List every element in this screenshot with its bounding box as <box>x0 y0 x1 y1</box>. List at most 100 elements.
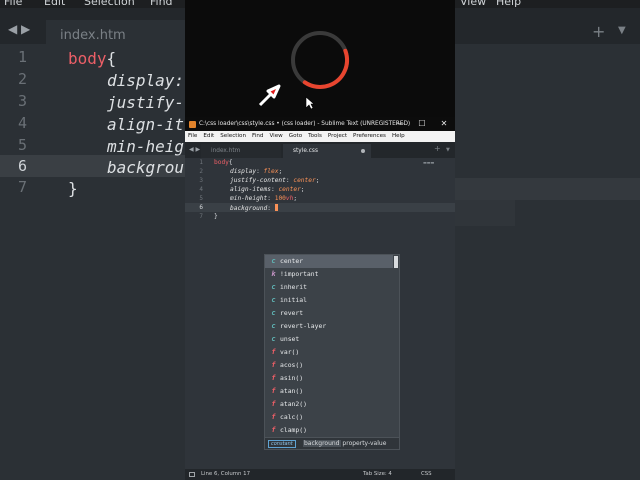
autocomplete-item[interactable]: f clamp() <box>265 424 393 437</box>
bg-code-brace: { <box>106 49 117 68</box>
bg-menu-item: Help <box>496 0 522 8</box>
autocomplete-item[interactable]: c inherit <box>265 281 393 294</box>
code-value: flex <box>263 168 279 175</box>
menu-project[interactable]: Project <box>328 131 347 142</box>
menu-selection[interactable]: Selection <box>220 131 246 142</box>
constant-kind-icon: c <box>271 309 276 317</box>
autocomplete-item[interactable]: k !important <box>265 268 393 281</box>
tab-size[interactable]: Tab Size: 4 <box>363 469 392 480</box>
autocomplete-label: acos() <box>280 361 304 369</box>
function-kind-icon: f <box>271 374 276 382</box>
minimap[interactable]: ▬▬▬ <box>423 160 437 166</box>
tab-nav-arrows-icon[interactable]: ◀ ▶ <box>189 146 200 153</box>
tab-bar: ◀ ▶ index.htm style.css + ▼ <box>185 142 455 158</box>
cursor-position[interactable]: Line 6, Column 17 <box>201 469 250 480</box>
autocomplete-label: !important <box>280 270 319 278</box>
code-brace: { <box>228 159 233 166</box>
function-kind-icon: f <box>271 413 276 421</box>
line-number: 1 <box>199 159 203 166</box>
autocomplete-scrollbar[interactable] <box>394 256 398 268</box>
constant-kind-icon: c <box>271 335 276 343</box>
function-kind-icon: f <box>271 400 276 408</box>
code-property: display <box>230 168 257 175</box>
autocomplete-item[interactable]: f asin() <box>265 372 393 385</box>
minimize-button[interactable]: — <box>389 117 411 131</box>
tab-style-css[interactable]: style.css <box>283 144 371 158</box>
current-line-highlight <box>185 203 455 212</box>
tab-index-htm[interactable]: index.htm <box>201 144 281 158</box>
bg-panel <box>455 200 515 226</box>
bg-menu-item: File <box>4 0 23 8</box>
menu-goto[interactable]: Goto <box>289 131 302 142</box>
autocomplete-item[interactable]: c center <box>265 255 393 268</box>
new-tab-plus-icon[interactable]: + <box>434 144 441 153</box>
bg-menu-item: Edit <box>44 0 66 8</box>
bg-menu-item: Selection <box>84 0 135 8</box>
bg-code-brace: } <box>68 179 78 198</box>
keyword-kind-icon: k <box>271 270 276 278</box>
autocomplete-description: background property-value <box>303 438 386 449</box>
bg-code-line: align-it <box>107 115 185 134</box>
bg-code-line: min-heig <box>107 137 185 156</box>
code-value: center <box>278 186 301 193</box>
menu-preferences[interactable]: Preferences <box>353 131 386 142</box>
line-number: 7 <box>199 213 203 220</box>
line-number: 4 <box>199 186 203 193</box>
maximize-button[interactable]: ☐ <box>411 117 433 131</box>
autocomplete-item[interactable]: f atan2() <box>265 398 393 411</box>
autocomplete-item[interactable]: c revert-layer <box>265 320 393 333</box>
menu-view[interactable]: View <box>269 131 282 142</box>
tab-label: style.css <box>293 148 318 154</box>
bg-line-number: 7 <box>18 178 28 196</box>
bg-line-number: 3 <box>18 92 28 110</box>
autocomplete-popup: c center k !important c inherit c initial cr… <box>264 254 400 450</box>
autocomplete-footer: constant background property-value <box>265 437 399 449</box>
menu-find[interactable]: Find <box>252 131 263 142</box>
function-kind-icon: f <box>271 387 276 395</box>
red-arrow-icon <box>258 84 281 107</box>
bg-menu-item: View <box>460 0 487 8</box>
kind-badge: constant <box>268 440 296 448</box>
line-number: 6 <box>199 204 203 211</box>
bg-plus-icon: + <box>592 22 606 41</box>
title-bar: C:\css loader\css\style.css • (css loade… <box>185 117 455 131</box>
modified-dot-icon[interactable] <box>361 149 365 153</box>
autocomplete-label: center <box>280 257 304 265</box>
autocomplete-item[interactable]: f acos() <box>265 359 393 372</box>
menu-tools[interactable]: Tools <box>308 131 322 142</box>
bg-code-selector: body <box>68 49 107 68</box>
close-button[interactable]: ✕ <box>433 117 455 131</box>
code-property: min-height <box>230 195 268 202</box>
autocomplete-label: revert-layer <box>280 322 327 330</box>
menu-file[interactable]: File <box>188 131 197 142</box>
menu-edit[interactable]: Edit <box>203 131 214 142</box>
autocomplete-item[interactable]: c initial <box>265 294 393 307</box>
constant-kind-icon: c <box>271 257 276 265</box>
autocomplete-label: revert <box>280 309 304 317</box>
sublime-window: C:\css loader\css\style.css • (css loade… <box>185 117 455 480</box>
function-kind-icon: f <box>271 348 276 356</box>
autocomplete-item[interactable]: c revert <box>265 307 393 320</box>
bg-tab-nav-icon: ◀ ▶ <box>8 22 31 36</box>
syntax-mode[interactable]: CSS <box>421 469 432 480</box>
autocomplete-item[interactable]: f calc() <box>265 411 393 424</box>
function-kind-icon: f <box>271 361 276 369</box>
bg-line-number: 4 <box>18 114 28 132</box>
autocomplete-label: clamp() <box>280 426 307 434</box>
line-number: 3 <box>199 177 203 184</box>
loader-arc <box>291 31 349 89</box>
bg-line-number: 5 <box>18 136 28 154</box>
code-editor[interactable]: ▬▬▬ 1 2 3 4 5 6 7 body{ display: flex; j… <box>185 158 455 469</box>
constant-kind-icon: c <box>271 283 276 291</box>
autocomplete-item[interactable]: f var() <box>265 346 393 359</box>
menu-help[interactable]: Help <box>392 131 405 142</box>
autocomplete-item[interactable]: c unset <box>265 333 393 346</box>
autocomplete-item[interactable]: f atan() <box>265 385 393 398</box>
constant-kind-icon: c <box>271 322 276 330</box>
panel-toggle-icon[interactable] <box>189 472 195 477</box>
bg-code-line: display: <box>107 71 185 90</box>
description-rest: property-value <box>342 440 387 447</box>
code-brace: } <box>214 213 218 220</box>
tab-dropdown-icon[interactable]: ▼ <box>446 147 450 153</box>
bg-dropdown-icon: ▼ <box>618 25 626 36</box>
